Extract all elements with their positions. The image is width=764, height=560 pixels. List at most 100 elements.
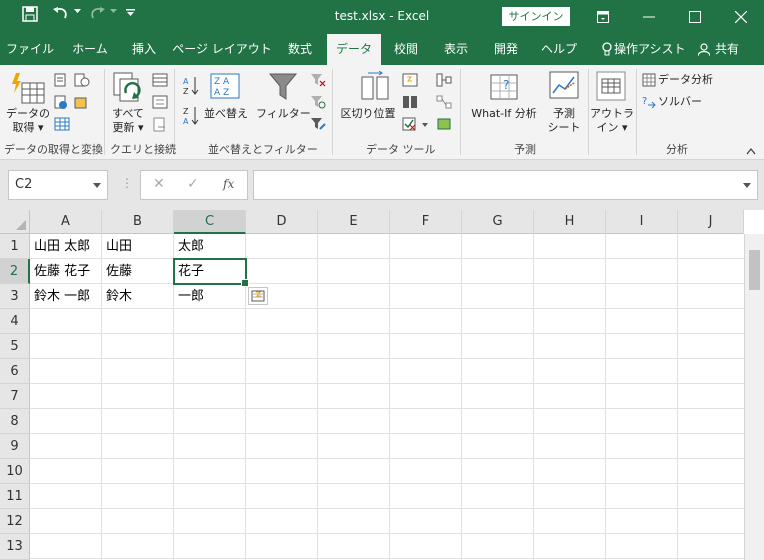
column-header-c[interactable]: C bbox=[174, 210, 246, 234]
row-header-1[interactable]: 1 bbox=[0, 234, 30, 259]
group-label-sort-filter: 並べ替えとフィルター bbox=[208, 143, 318, 156]
svg-text:Z: Z bbox=[183, 87, 189, 96]
get-data-button[interactable]: データの 取得 ▾ bbox=[6, 107, 50, 135]
insert-function-icon[interactable]: fx bbox=[223, 177, 234, 191]
tab-review[interactable]: 校閲 bbox=[386, 34, 426, 65]
row-header-6[interactable]: 6 bbox=[0, 359, 30, 384]
consolidate-icon[interactable] bbox=[436, 73, 452, 90]
collapse-ribbon-icon[interactable] bbox=[746, 145, 756, 155]
column-header-e[interactable]: E bbox=[318, 210, 390, 234]
relationships-icon[interactable] bbox=[436, 95, 452, 112]
tab-home[interactable]: ホーム bbox=[62, 34, 118, 65]
from-web-icon[interactable] bbox=[54, 95, 68, 112]
data-analysis-button[interactable]: データ分析 bbox=[658, 73, 716, 87]
minimize-icon[interactable] bbox=[626, 0, 672, 34]
svg-text:Z: Z bbox=[183, 107, 189, 116]
outline-button[interactable]: アウトラ イン ▾ bbox=[590, 107, 634, 135]
row-header-12[interactable]: 12 bbox=[0, 509, 30, 534]
share-button[interactable]: 共有 bbox=[696, 34, 744, 65]
edit-links-icon[interactable] bbox=[152, 117, 168, 136]
text-to-columns-button[interactable]: 区切り位置 bbox=[338, 107, 398, 121]
signin-button[interactable]: サインイン bbox=[502, 7, 570, 26]
name-box-value: C2 bbox=[15, 177, 33, 192]
advanced-filter-icon[interactable] bbox=[310, 117, 326, 134]
solver-button[interactable]: ソルバー bbox=[658, 95, 708, 109]
column-header-b[interactable]: B bbox=[102, 210, 174, 234]
scrollbar-thumb[interactable] bbox=[749, 250, 760, 290]
row-header-9[interactable]: 9 bbox=[0, 434, 30, 459]
cell-b3[interactable]: 鈴木 bbox=[102, 284, 174, 309]
tab-developer[interactable]: 開発 bbox=[484, 34, 528, 65]
forecast-label-2: シート bbox=[547, 121, 581, 134]
cell-a3[interactable]: 鈴木 一郎 bbox=[30, 284, 102, 309]
existing-connections-icon[interactable] bbox=[74, 95, 90, 112]
reapply-icon[interactable] bbox=[310, 95, 326, 112]
cancel-icon[interactable]: ✕ bbox=[153, 176, 165, 192]
row-header-3[interactable]: 3 bbox=[0, 284, 30, 309]
forecast-sheet-icon bbox=[549, 71, 579, 104]
name-box[interactable]: C2 bbox=[8, 170, 108, 200]
name-box-dropdown-icon[interactable] bbox=[93, 183, 101, 188]
sort-descending-icon[interactable]: ZA bbox=[182, 105, 200, 130]
row-header-7[interactable]: 7 bbox=[0, 384, 30, 409]
cell-b1[interactable]: 山田 bbox=[102, 234, 174, 259]
row-header-2[interactable]: 2 bbox=[0, 259, 30, 284]
data-validation-icon[interactable] bbox=[402, 117, 430, 136]
tab-view[interactable]: 表示 bbox=[434, 34, 478, 65]
row-header-11[interactable]: 11 bbox=[0, 484, 30, 509]
recent-sources-icon[interactable] bbox=[74, 73, 90, 90]
tab-file[interactable]: ファイル bbox=[4, 34, 56, 65]
column-header-f[interactable]: F bbox=[390, 210, 462, 234]
expand-formula-bar-icon[interactable] bbox=[743, 183, 751, 188]
from-table-icon[interactable] bbox=[54, 117, 70, 134]
clear-filter-icon[interactable] bbox=[310, 73, 326, 90]
formula-bar-grip-icon[interactable]: ⋮ bbox=[121, 176, 133, 190]
row-header-13[interactable]: 13 bbox=[0, 534, 30, 560]
column-header-g[interactable]: G bbox=[462, 210, 534, 234]
queries-connections-icon[interactable] bbox=[152, 73, 168, 90]
get-data-icon bbox=[10, 71, 46, 108]
group-label-analysis: 分析 bbox=[666, 143, 688, 156]
sort-button[interactable]: 並べ替え bbox=[202, 107, 250, 121]
remove-duplicates-icon[interactable] bbox=[402, 95, 418, 112]
select-all-button[interactable] bbox=[0, 210, 30, 234]
cell-b2[interactable]: 佐藤 bbox=[102, 259, 174, 284]
what-if-button[interactable]: What-If 分析 bbox=[466, 107, 542, 121]
column-header-i[interactable]: I bbox=[606, 210, 678, 234]
row-header-5[interactable]: 5 bbox=[0, 334, 30, 359]
cell-c3[interactable]: 一郎 bbox=[174, 284, 246, 309]
refresh-all-button[interactable]: すべて 更新 ▾ bbox=[106, 107, 150, 135]
filter-button[interactable]: フィルター bbox=[256, 107, 311, 121]
row-header-4[interactable]: 4 bbox=[0, 309, 30, 334]
data-model-icon[interactable] bbox=[436, 117, 452, 134]
enter-icon[interactable]: ✓ bbox=[187, 176, 199, 192]
ribbon-display-options-icon[interactable] bbox=[580, 0, 626, 34]
sort-ascending-icon[interactable]: AZ bbox=[182, 75, 200, 100]
column-header-h[interactable]: H bbox=[534, 210, 606, 234]
tab-formulas[interactable]: 数式 bbox=[278, 34, 322, 65]
row-header-10[interactable]: 10 bbox=[0, 459, 30, 484]
tab-help[interactable]: ヘルプ bbox=[536, 34, 582, 65]
cell-c1[interactable]: 太郎 bbox=[174, 234, 246, 259]
column-header-d[interactable]: D bbox=[246, 210, 318, 234]
forecast-sheet-button[interactable]: 予測 シート bbox=[544, 107, 584, 135]
tab-insert[interactable]: 挿入 bbox=[122, 34, 166, 65]
cell-a2[interactable]: 佐藤 花子 bbox=[30, 259, 102, 284]
from-text-icon[interactable] bbox=[54, 73, 68, 90]
formula-input[interactable] bbox=[253, 170, 758, 200]
flash-fill-options-icon[interactable] bbox=[248, 287, 268, 305]
tab-page-layout[interactable]: ページ レイアウト bbox=[172, 34, 272, 65]
maximize-icon[interactable] bbox=[672, 0, 718, 34]
filter-icon bbox=[268, 71, 298, 104]
outline-label-1: アウトラ bbox=[590, 107, 634, 120]
column-header-j[interactable]: J bbox=[678, 210, 744, 234]
tab-tell-me[interactable]: 操作アシスト bbox=[600, 34, 686, 65]
properties-icon[interactable] bbox=[152, 95, 168, 112]
row-header-8[interactable]: 8 bbox=[0, 409, 30, 434]
flash-fill-icon[interactable] bbox=[402, 73, 418, 90]
vertical-scrollbar[interactable] bbox=[744, 234, 764, 560]
tab-data[interactable]: データ bbox=[327, 34, 381, 65]
cell-a1[interactable]: 山田 太郎 bbox=[30, 234, 102, 259]
close-icon[interactable] bbox=[718, 0, 764, 34]
column-header-a[interactable]: A bbox=[30, 210, 102, 234]
